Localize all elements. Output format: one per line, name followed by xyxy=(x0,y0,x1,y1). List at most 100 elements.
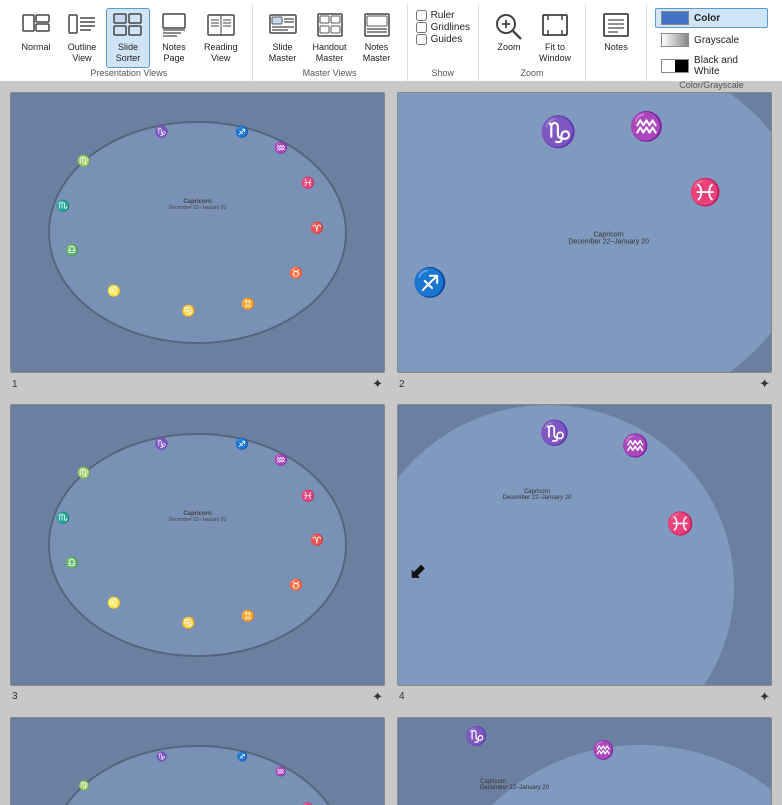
slide-1-content: ♐ ♑ ♒ ♓ ♈ ♉ ♊ ♋ ♌ ♎ ♏ ♍ Capricorn Decemb… xyxy=(11,93,384,372)
black-white-option[interactable]: Black and White xyxy=(655,52,768,80)
presentation-views-label: Presentation Views xyxy=(90,68,167,81)
zodiac-circle-1 xyxy=(48,121,346,344)
handout-master-label: Handout Master xyxy=(313,42,347,64)
show-checkboxes: Ruler Gridlines Guides xyxy=(416,4,470,68)
slide-2-number: 2 xyxy=(399,379,405,390)
gridlines-checkbox-label[interactable]: Gridlines xyxy=(416,22,470,33)
slide-6-content: ♑ ♒ ♓ ♒ CapricornDecember 22–January 20 xyxy=(398,718,771,805)
fit-to-window-button[interactable]: Fit to Window xyxy=(533,8,577,68)
arc-text-4: CapricornDecember 22–January 20 xyxy=(502,489,571,501)
slide-1-label: Capricorn December 22–January 20 xyxy=(138,199,257,211)
slide-master-icon xyxy=(267,12,299,40)
zoom-label-group: Zoom xyxy=(521,68,544,81)
color-label: Color xyxy=(694,13,720,24)
guides-checkbox[interactable] xyxy=(416,34,427,45)
slide-3-content: ♐ ♑ ♒ ♓ ♈ ♉ ♊ ♋ ♌ ♎ ♏ ♍ Capricorn Decemb… xyxy=(11,405,384,684)
sign-aries-1: ♈ xyxy=(310,222,324,235)
sign-can-3: ♋ xyxy=(182,617,196,630)
notes-group: Notes Notes xyxy=(586,4,647,81)
slide-3-wrapper: ♐ ♑ ♒ ♓ ♈ ♉ ♊ ♋ ♌ ♎ ♏ ♍ Capricorn Decemb… xyxy=(10,404,385,704)
sign-gemini-1: ♊ xyxy=(241,298,255,311)
slide-sorter-label: Slide Sorter xyxy=(116,42,141,64)
notes-page-button[interactable]: Notes Page xyxy=(152,8,196,68)
master-views-buttons: Slide Master Handout Master xyxy=(261,4,399,68)
fit-to-window-label: Fit to Window xyxy=(539,42,571,64)
notes-master-button[interactable]: Notes Master xyxy=(355,8,399,68)
gridlines-checkbox[interactable] xyxy=(416,22,427,33)
slide-2-content: ♑ ♒ ♓ ♐ CapricornDecember 22–January 20 xyxy=(398,93,771,372)
slide-sorter-icon xyxy=(112,12,144,40)
slide-4-content: ♑ ♒ ♓ ⬋ CapricornDecember 22–January 20 xyxy=(398,405,771,684)
color-option[interactable]: Color xyxy=(655,8,768,28)
arc-text-6: CapricornDecember 22–January 20 xyxy=(480,779,549,791)
ruler-label: Ruler xyxy=(431,10,455,21)
normal-view-button[interactable]: Normal xyxy=(14,8,58,57)
slide-master-button[interactable]: Slide Master xyxy=(261,8,305,68)
color-options: Color Grayscale Black and White xyxy=(655,4,768,80)
grayscale-option[interactable]: Grayscale xyxy=(655,30,768,50)
presentation-views-group: Normal Outline View xyxy=(6,4,253,81)
zoom-buttons: Zoom Fit to Window xyxy=(487,4,577,68)
reading-view-button[interactable]: Reading View xyxy=(198,8,244,68)
arc-signs-6: ♑ ♒ ♓ ♒ CapricornDecember 22–January 20 xyxy=(398,718,771,805)
slide-1[interactable]: ♐ ♑ ♒ ♓ ♈ ♉ ♊ ♋ ♌ ♎ ♏ ♍ Capricorn Decemb… xyxy=(10,92,385,373)
handout-master-button[interactable]: Handout Master xyxy=(307,8,353,68)
sign-cap-5: ♑ xyxy=(156,751,167,762)
slide-3-zodiac: ♐ ♑ ♒ ♓ ♈ ♉ ♊ ♋ ♌ ♎ ♏ ♍ Capricorn Decemb… xyxy=(48,433,346,656)
slide-5-zodiac: ♐ ♑ ♒ ♓ ♈ ♉ ♊ ♋ ♌ ♎ ♏ ♍ Capricorn Decemb… xyxy=(48,745,346,805)
notes-icon xyxy=(600,12,632,40)
arc-cap-6: ♑ xyxy=(465,726,487,747)
slide-4[interactable]: ♑ ♒ ♓ ⬋ CapricornDecember 22–January 20 xyxy=(397,404,772,685)
sign-ari-3: ♈ xyxy=(310,534,324,547)
notes-label: Notes xyxy=(604,42,628,53)
zodiac-circle-3 xyxy=(48,433,346,656)
master-views-group: Slide Master Handout Master xyxy=(253,4,408,81)
arc-center-text-2: CapricornDecember 22–January 20 xyxy=(568,231,649,245)
notes-button[interactable]: Notes xyxy=(594,8,638,57)
slide-6[interactable]: ♑ ♒ ♓ ♒ CapricornDecember 22–January 20 xyxy=(397,717,772,805)
arc-signs-4: ♑ ♒ ♓ ⬋ CapricornDecember 22–January 20 xyxy=(398,405,771,684)
slide-3[interactable]: ♐ ♑ ♒ ♓ ♈ ♉ ♊ ♋ ♌ ♎ ♏ ♍ Capricorn Decemb… xyxy=(10,404,385,685)
slide-3-label: Capricorn December 22–January 20 xyxy=(138,511,257,523)
reading-view-label: Reading View xyxy=(204,42,238,64)
sign-sagittarius-1: ♐ xyxy=(235,126,249,139)
arc-capricorn-2: ♑ xyxy=(540,115,577,150)
sign-virgo-1: ♎ xyxy=(65,244,79,257)
show-group: Ruler Gridlines Guides Show xyxy=(408,4,479,81)
slide-5-content: ♐ ♑ ♒ ♓ ♈ ♉ ♊ ♋ ♌ ♎ ♏ ♍ Capricorn Decemb… xyxy=(11,718,384,805)
grayscale-swatch xyxy=(661,33,689,47)
ruler-checkbox[interactable] xyxy=(416,10,427,21)
notes-master-icon xyxy=(361,12,393,40)
slide-5[interactable]: ♐ ♑ ♒ ♓ ♈ ♉ ♊ ♋ ♌ ♎ ♏ ♍ Capricorn Decemb… xyxy=(10,717,385,805)
master-views-label: Master Views xyxy=(303,68,357,81)
arc-aqu-4: ♒ xyxy=(622,433,649,459)
slide-1-zodiac: ♐ ♑ ♒ ♓ ♈ ♉ ♊ ♋ ♌ ♎ ♏ ♍ Capricorn Decemb… xyxy=(48,121,346,344)
sign-scorpio-1: ♍ xyxy=(77,155,91,168)
arc-pis-4: ♓ xyxy=(667,511,694,537)
outline-view-button[interactable]: Outline View xyxy=(60,8,104,68)
reading-view-icon xyxy=(205,12,237,40)
sign-sco-3: ♍ xyxy=(77,467,91,480)
sign-lib-3: ♏ xyxy=(56,512,70,525)
fit-to-window-icon xyxy=(539,12,571,40)
presentation-views-buttons: Normal Outline View xyxy=(14,4,244,68)
slide-sorter-button[interactable]: Slide Sorter xyxy=(106,8,150,68)
arc-sag-4: ⬋ xyxy=(409,559,426,584)
slide-1-wrapper: ♐ ♑ ♒ ♓ ♈ ♉ ♊ ♋ ♌ ♎ ♏ ♍ Capricorn Decemb… xyxy=(10,92,385,392)
sign-tau-3: ♉ xyxy=(289,579,303,592)
slide-4-footer: 4 ✦ xyxy=(397,689,772,705)
black-white-swatch xyxy=(661,59,689,73)
notes-page-label: Notes Page xyxy=(162,42,186,64)
zoom-button[interactable]: Zoom xyxy=(487,8,531,57)
slide-2[interactable]: ♑ ♒ ♓ ♐ CapricornDecember 22–January 20 xyxy=(397,92,772,373)
ruler-checkbox-label[interactable]: Ruler xyxy=(416,10,455,21)
arc-aquarius-2: ♒ xyxy=(629,110,664,143)
sign-aqu-3: ♒ xyxy=(274,453,288,466)
zoom-label: Zoom xyxy=(498,42,521,53)
arc-aqu-6: ♒ xyxy=(592,740,614,761)
notes-page-icon xyxy=(158,12,190,40)
slide-1-star: ✦ xyxy=(372,376,383,392)
sign-leo-3: ♌ xyxy=(107,596,121,609)
color-swatch xyxy=(661,11,689,25)
guides-checkbox-label[interactable]: Guides xyxy=(416,34,463,45)
